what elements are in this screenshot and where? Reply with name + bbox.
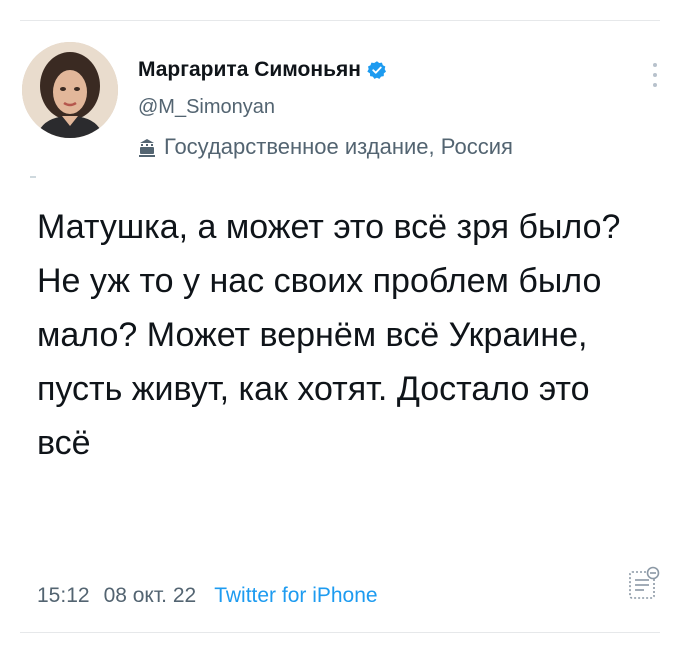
top-divider [20,20,660,21]
government-building-icon [139,139,155,157]
verified-badge-icon [367,61,386,79]
tweet-time[interactable]: 15:12 [37,584,90,608]
avatar[interactable] [22,42,118,138]
thread-marker [30,176,36,178]
notes-icon[interactable] [628,566,660,600]
author-name-row[interactable]: Маргарита Симоньян [138,58,387,82]
more-vertical-icon[interactable] [650,60,660,90]
tweet-text: Матушка, а может это всё зря было? Не уж… [37,208,621,462]
author-name[interactable]: Маргарита Симоньян [138,58,361,82]
bottom-divider [20,632,660,633]
author-handle[interactable]: @M_Simonyan [138,96,275,119]
tweet-source-link[interactable]: Twitter for iPhone [214,584,377,608]
tweet-date[interactable]: 08 окт. 22 [104,584,197,608]
state-media-label-text: Государственное издание, Россия [164,134,513,159]
tweet-meta: 15:12 08 окт. 22 Twitter for iPhone [37,584,378,608]
state-media-label[interactable]: Государственное издание, Россия [138,134,513,160]
